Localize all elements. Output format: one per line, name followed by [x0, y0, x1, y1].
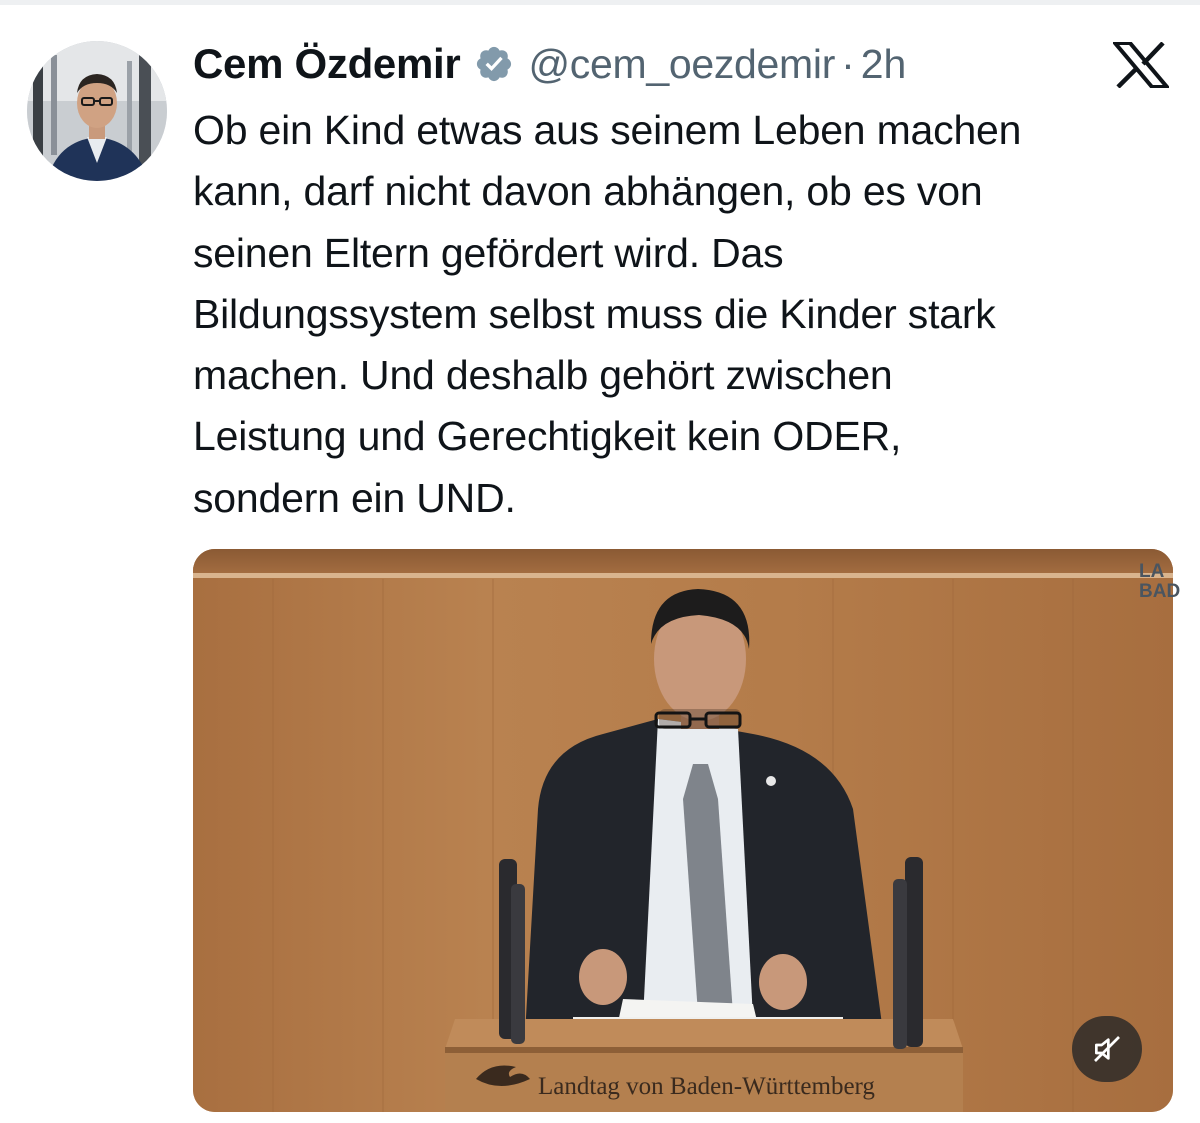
watermark-line-1: LA [1139, 561, 1165, 582]
separator-dot: · [841, 40, 855, 87]
video-frame: Landtag von Baden-Württemberg [193, 549, 1173, 1112]
tweet-text: Ob ein Kind etwas aus seinem Leben mache… [193, 107, 1022, 521]
avatar-image [27, 41, 167, 181]
video-player[interactable]: Landtag von Baden-Württemberg [193, 549, 1173, 1112]
top-divider [0, 0, 1200, 5]
channel-watermark: LA BAD [1139, 562, 1180, 602]
speaker-muted-icon [1094, 1036, 1120, 1062]
verified-badge-icon [474, 44, 514, 84]
tweet-header: Cem Özdemir @cem_oezdemir · 2h [193, 38, 906, 90]
mute-toggle-button[interactable] [1072, 1016, 1142, 1082]
x-logo-icon [1110, 41, 1172, 89]
post-time[interactable]: 2h [861, 41, 907, 88]
avatar[interactable] [27, 41, 167, 181]
watermark-line-2: BAD [1139, 581, 1181, 602]
author-handle[interactable]: @cem_oezdemir [528, 41, 835, 88]
podium-label: Landtag von Baden-Württemberg [538, 1073, 875, 1100]
author-name[interactable]: Cem Özdemir [193, 40, 461, 88]
